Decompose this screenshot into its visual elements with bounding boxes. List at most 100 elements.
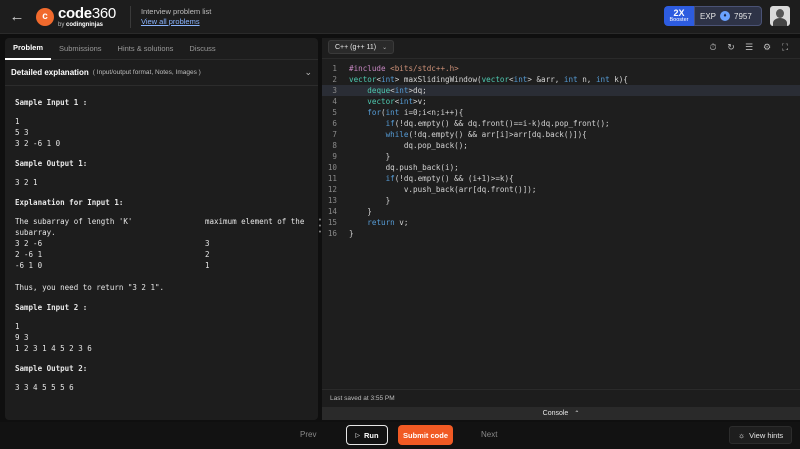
detailed-explanation-title: Detailed explanation [11, 68, 89, 77]
explanation-header-right: maximum element of the [205, 217, 305, 226]
chevron-down-icon[interactable]: ⌄ [304, 67, 312, 78]
lightbulb-icon: ☼ [737, 430, 746, 440]
prev-button[interactable]: Prev [300, 430, 316, 439]
code-line[interactable]: 11 if(!dq.empty() && (i+1)>=k){ [322, 173, 800, 184]
fold-marker [342, 228, 349, 239]
settings-icon[interactable]: ⚙ [758, 42, 776, 53]
code-line[interactable]: 10 dq.push_back(i); [322, 162, 800, 173]
language-select[interactable]: C++ (g++ 11) ⌄ [328, 40, 395, 54]
logo-sub-prefix: by [58, 21, 67, 28]
chevron-down-icon: ⌄ [382, 44, 388, 51]
tab-hints-solutions[interactable]: Hints & solutions [110, 38, 182, 60]
editor-panel: C++ (g++ 11) ⌄ ⏱ ↻ ☰ ⚙ ⛶ 1 #include <bits… [322, 38, 800, 420]
list-icon[interactable]: ☰ [740, 42, 758, 53]
exp-label: EXP [700, 11, 717, 21]
code-line[interactable]: 7 while(!dq.empty() && arr[i]>arr[dq.bac… [322, 129, 800, 140]
code-line[interactable]: 6 if(!dq.empty() && dq.front()==i-k)dq.p… [322, 118, 800, 129]
line-number: 1 [332, 64, 337, 73]
code-line[interactable]: 4 vector<int>v; [322, 96, 800, 107]
divider [129, 5, 131, 28]
subarray-cell: -6 1 0 [15, 261, 43, 270]
code-text: dq.push_back(i); [349, 163, 459, 172]
timer-icon[interactable]: ⏱ [704, 42, 722, 53]
fold-marker [342, 63, 349, 74]
code-editor[interactable]: 1 #include <bits/stdc++.h> 2 vector<int> ma… [322, 58, 800, 388]
tab-discuss[interactable]: Discuss [181, 38, 223, 60]
avatar[interactable] [770, 6, 790, 26]
sample-output-1-line: 3 2 1 [15, 178, 38, 187]
code360-logo[interactable]: c code360 by codingninjas [36, 6, 116, 28]
line-number: 11 [327, 174, 337, 183]
view-hints-button[interactable]: ☼ View hints [729, 426, 792, 444]
logo-sub-brand: codingninjas [66, 21, 104, 28]
line-number: 3 [332, 86, 337, 95]
fold-marker [342, 151, 349, 162]
max-cell: 1 [205, 261, 210, 270]
tab-problem[interactable]: Problem [5, 38, 52, 60]
code-line[interactable]: 8 dq.pop_back(); [322, 140, 800, 151]
fold-marker [342, 96, 349, 107]
refresh-icon[interactable]: ↻ [722, 42, 740, 53]
tab-submissions[interactable]: Submissions [51, 38, 110, 60]
code-text: while(!dq.empty() && arr[i]>arr[dq.back(… [385, 130, 587, 139]
code-text: deque<int>dq; [367, 86, 427, 95]
code-text: } [349, 207, 372, 216]
sample-output-1-title: Sample Output 1: [15, 159, 88, 168]
code-text: vector<int>v; [367, 97, 427, 106]
code-line[interactable]: 15 return v; [322, 217, 800, 228]
console-label: Console [542, 410, 569, 417]
code-line[interactable]: 13 } [322, 195, 800, 206]
sample-input-1-title: Sample Input 1 : [15, 98, 88, 107]
code-text: if(!dq.empty() && (i+1)>=k){ [385, 174, 514, 183]
booster-label: Booster [669, 16, 689, 23]
logo-main-text: code [58, 4, 92, 22]
code-text: dq.pop_back(); [349, 141, 468, 150]
line-number: 10 [327, 163, 337, 172]
explanation-conclusion: Thus, you need to return "3 2 1". [15, 283, 165, 292]
exp-counter[interactable]: EXP ♦ 7957 [694, 6, 762, 26]
code-text: } [349, 152, 391, 161]
code-line[interactable]: 16} [322, 228, 800, 239]
line-number: 6 [332, 119, 337, 128]
booster-badge[interactable]: 2X Booster [664, 6, 694, 26]
line-number: 9 [332, 152, 337, 161]
console-toggle[interactable]: Console ⌃ [322, 407, 800, 420]
problem-panel: Problem Submissions Hints & solutions Di… [5, 38, 318, 420]
code-text: return v; [367, 218, 409, 227]
detailed-explanation-header[interactable]: Detailed explanation ( Input/output form… [5, 60, 318, 86]
expand-icon[interactable]: ⛶ [776, 42, 794, 53]
run-button[interactable]: ▷ Run [346, 425, 388, 445]
view-all-problems-link[interactable]: View all problems [141, 17, 211, 26]
code-line[interactable]: 14 } [322, 206, 800, 217]
view-hints-label: View hints [749, 430, 784, 440]
top-right-area: 2X Booster EXP ♦ 7957 [664, 6, 790, 26]
code-area[interactable]: 1 #include <bits/stdc++.h> 2 vector<int> ma… [322, 59, 800, 239]
language-value: C++ (g++ 11) [335, 43, 377, 51]
code-line[interactable]: 12 v.push_back(arr[dq.front()]); [322, 184, 800, 195]
code-line[interactable]: 5 for(int i=0;i<n;i++){ [322, 107, 800, 118]
top-bar: ← c code360 by codingninjas Interview pr… [0, 0, 800, 34]
line-number: 16 [327, 229, 337, 238]
sample-output-2-title: Sample Output 2: [15, 364, 88, 373]
line-number: 4 [332, 97, 337, 106]
code-text: #include <bits/stdc++.h> [349, 64, 459, 73]
submit-code-button[interactable]: Submit code [398, 425, 453, 445]
breadcrumb: Interview problem list View all problems [141, 7, 211, 26]
code-line[interactable]: 1 #include <bits/stdc++.h> [322, 63, 800, 74]
subarray-cell: 3 2 -6 [15, 239, 43, 248]
code-text: for(int i=0;i<n;i++){ [367, 108, 464, 117]
code-line[interactable]: 3 deque<int>dq; [322, 85, 800, 96]
exp-value: 7957 [734, 11, 752, 21]
code-text: v.push_back(arr[dq.front()]); [349, 185, 537, 194]
line-number: 12 [327, 185, 337, 194]
fold-marker [342, 129, 349, 140]
code-line[interactable]: 9 } [322, 151, 800, 162]
code-line[interactable]: 2 vector<int> maxSlidingWindow(vector<int… [322, 74, 800, 85]
back-arrow-icon[interactable]: ← [0, 0, 34, 34]
problem-tabs: Problem Submissions Hints & solutions Di… [5, 38, 318, 60]
explanation-header-cont: subarray. [15, 228, 56, 237]
logo-icon: c [36, 7, 54, 26]
chevron-up-icon: ⌃ [574, 411, 580, 417]
last-saved-status: Last saved at 3:55 PM [322, 389, 800, 407]
next-button[interactable]: Next [481, 430, 497, 439]
